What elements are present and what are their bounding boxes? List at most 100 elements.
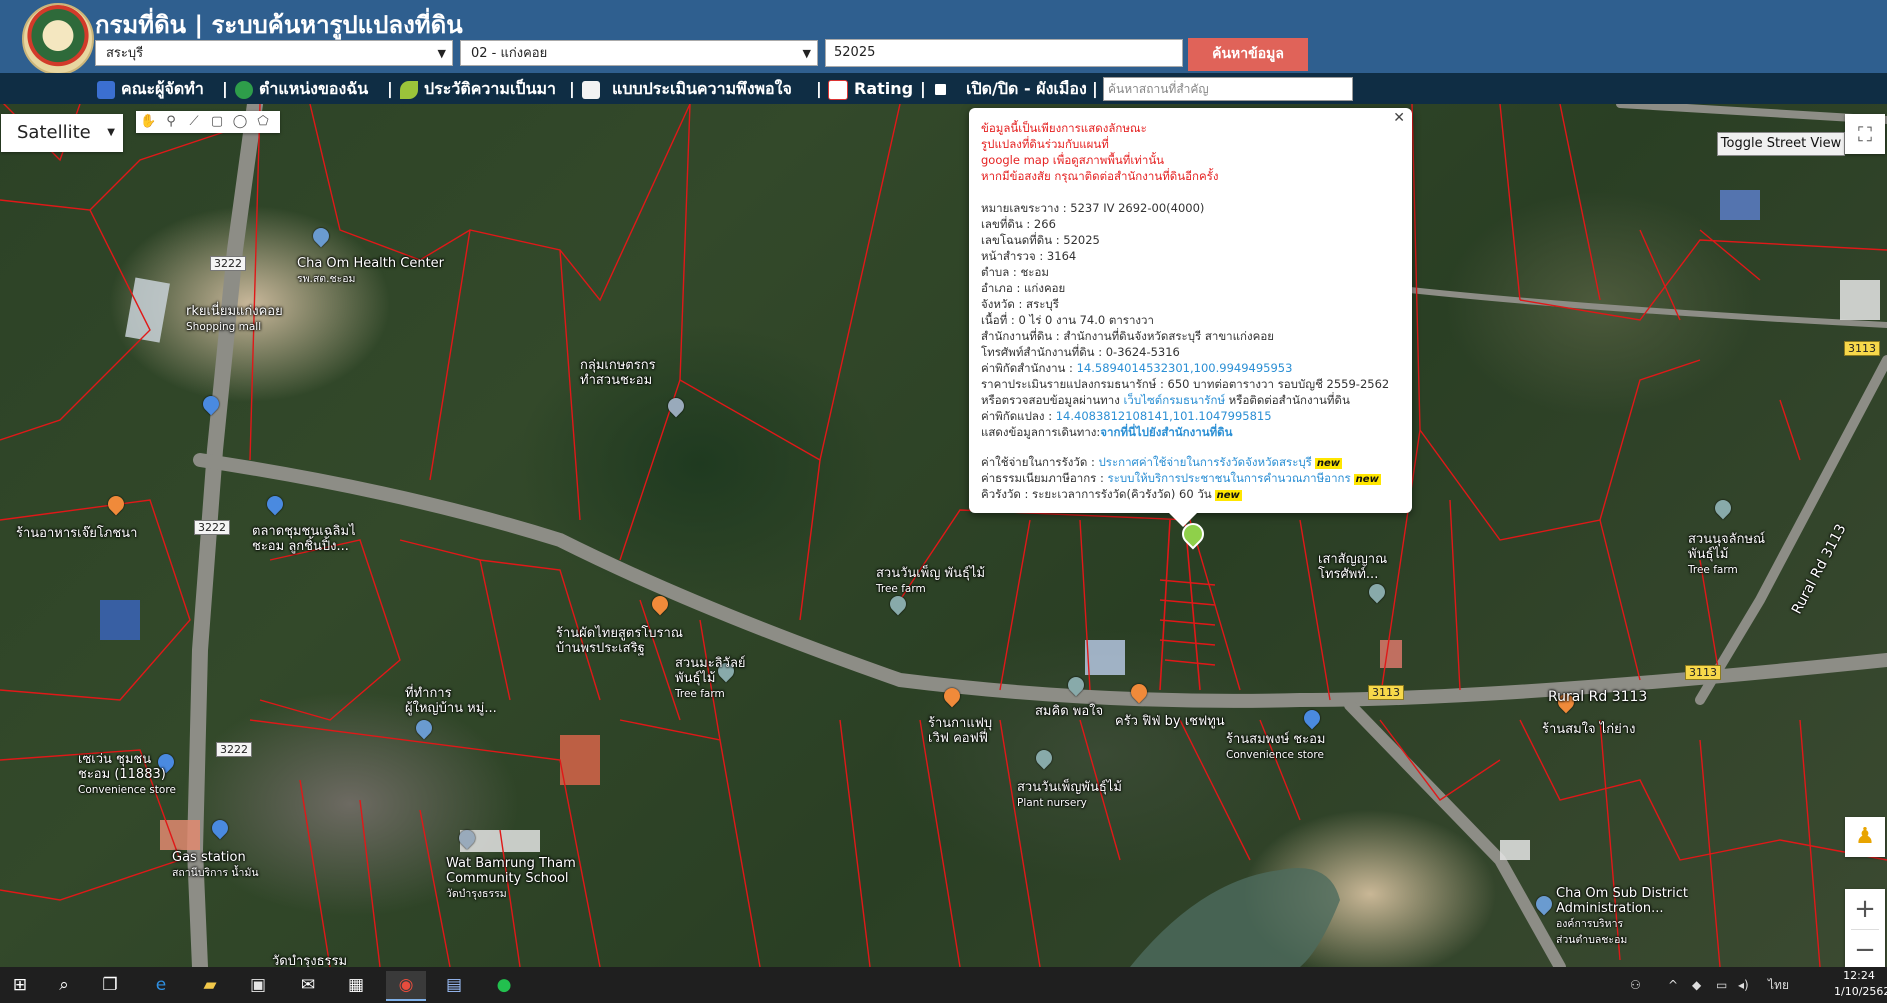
- taskbar-clock[interactable]: 12:24 1/10/2562: [1834, 968, 1887, 1000]
- nav-separator: |: [222, 79, 228, 98]
- poi-mali-line2: พันธุ์ไม้: [675, 671, 716, 686]
- edge-browser-icon[interactable]: e: [141, 971, 181, 999]
- line-app-icon[interactable]: ●: [484, 971, 524, 999]
- task-view-icon[interactable]: ❐: [90, 971, 130, 999]
- hand-icon[interactable]: ✋: [140, 114, 156, 130]
- calculator-icon[interactable]: ▦: [336, 971, 376, 999]
- district-select[interactable]: 02 - แก่งคอย ▼: [460, 40, 818, 66]
- poi-pad-thai[interactable]: ร้านผัดไทยสูตรโบราณ บ้านพรประเสริฐ: [556, 626, 683, 656]
- office-coord-link[interactable]: 14.5894014532301,100.9949495953: [1077, 361, 1293, 375]
- new-badge: new: [1214, 490, 1242, 501]
- poi-sao[interactable]: Cha Om Sub District Administration... องค์…: [1556, 886, 1688, 948]
- parcel-boundary: [259, 539, 401, 721]
- poi-market[interactable]: ตลาดชุมชนเฉลิมไ ชะอม ลูกชิ้นปิ้ง...: [252, 524, 356, 554]
- volume-icon[interactable]: ◂): [1738, 967, 1749, 1003]
- poi-village-line2: ผู้ใหญ่บ้าน หมู่...: [405, 701, 497, 716]
- route-link[interactable]: จากที่นี่ไปยังสำนักงานที่ดิน: [1100, 425, 1232, 439]
- nav-rating[interactable]: Rating: [828, 73, 913, 104]
- poi-gas-name: Gas station: [172, 850, 246, 865]
- poi-mall-sub: Shopping mall: [186, 321, 262, 333]
- rectangle-icon[interactable]: ▢: [209, 114, 225, 130]
- parcel-coord-link[interactable]: 14.4083812108141,101.1047995815: [1056, 409, 1272, 423]
- info-route: แสดงข้อมูลการเดินทาง:จากที่นี่ไปยังสำนัก…: [981, 424, 1232, 442]
- poi-health-center[interactable]: Cha Om Health Center รพ.สต.ชะอม: [297, 256, 444, 287]
- fee-label: ค่าใช้จ่ายในการรังวัด :: [981, 455, 1099, 469]
- map-type-value: Satellite: [17, 122, 91, 143]
- nav-my-location[interactable]: ตำแหน่งของฉัน: [235, 73, 368, 104]
- poi-krua-fifa[interactable]: ครัว ฟิฟ่ by เชฟทูน: [1115, 714, 1225, 729]
- poi-gas-station[interactable]: Gas station สถานีบริการ น้ำมัน: [172, 850, 259, 881]
- checkbox-icon[interactable]: [935, 84, 946, 95]
- map-view[interactable]: Cha Om Health Center รพ.สต.ชะอม rkยเนี่ยม…: [0, 104, 1887, 967]
- treasury-link[interactable]: เว็บไซต์กรมธนารักษ์: [1124, 393, 1226, 407]
- map-type-select[interactable]: Satellite ▼: [1, 114, 123, 152]
- poi-village-office[interactable]: ที่ทำการ ผู้ใหญ่บ้าน หมู่...: [405, 686, 497, 716]
- poi-tree-farm-nujlak[interactable]: สวนนุจลักษณ์ พันธุ์ไม้ Tree farm: [1688, 532, 1765, 578]
- building: [1500, 840, 1530, 860]
- road-branch: [1344, 699, 1566, 967]
- poi-wat-bottom[interactable]: วัดบำรุงธรรม: [272, 954, 347, 967]
- poi-somkid[interactable]: สมคิด พอใจ: [1035, 704, 1103, 719]
- poi-mall-name: rkยเนี่ยมแก่งคอย: [186, 304, 283, 319]
- dropbox-icon[interactable]: ◆: [1692, 967, 1701, 1003]
- poi-plant-nursery[interactable]: สวนวันเพ็ญพันธุ์ไม้ Plant nursery: [1017, 780, 1122, 811]
- poi-nujlak-line1: สวนนุจลักษณ์: [1688, 532, 1766, 547]
- people-tray-icon[interactable]: ⚇: [1630, 967, 1641, 1003]
- place-search-input[interactable]: ค้นหาสถานที่สำคัญ: [1103, 77, 1353, 101]
- poi-restaurant-jeyp[interactable]: ร้านอาหารเจ๊ยโภชนา: [16, 526, 137, 541]
- province-select[interactable]: สระบุรี ▼: [95, 40, 453, 66]
- search-icon[interactable]: ⌕: [44, 971, 84, 999]
- poi-mall[interactable]: rkยเนี่ยมแก่งคอย Shopping mall: [186, 304, 283, 335]
- language-indicator[interactable]: ไทย: [1768, 967, 1789, 1003]
- search-button[interactable]: ค้นหาข้อมูล: [1188, 38, 1308, 71]
- poi-seven-line1: เซเว่น ชุมชน: [78, 752, 152, 767]
- chevron-up-icon[interactable]: ^: [1668, 967, 1678, 1003]
- toggle-street-view-button[interactable]: Toggle Street View: [1717, 132, 1845, 156]
- poi-wat-school[interactable]: Wat Bamrung Tham Community School วัดบำรุง…: [446, 856, 576, 902]
- circle-icon[interactable]: ◯: [232, 114, 248, 130]
- chevron-down-icon: ▼: [437, 47, 446, 60]
- windows-start-icon[interactable]: ⊞: [0, 971, 40, 999]
- poi-telecom-line2: โทรศัพท์...: [1318, 567, 1379, 582]
- people-icon: [97, 80, 115, 99]
- nav-survey[interactable]: แบบประเมินความพึงพอใจ: [582, 73, 792, 104]
- network-icon[interactable]: ▭: [1716, 967, 1727, 1003]
- zoom-control: + −: [1845, 889, 1885, 970]
- nav-separator: |: [920, 79, 926, 98]
- poi-farm-group[interactable]: กลุ่มเกษตรกร ทำสวนชะอม: [580, 358, 656, 388]
- poi-cafe-bu[interactable]: ร้านกาแฟบุ เวิฟ คอฟฟี่: [928, 716, 992, 746]
- nav-history[interactable]: ประวัติความเป็นมา: [400, 73, 556, 104]
- tax-link[interactable]: ระบบให้บริการประชาชนในการคำนวณภาษีอากร: [1108, 471, 1351, 485]
- route-shield-3222: 3222: [194, 520, 230, 535]
- fullscreen-icon[interactable]: ⛶: [1845, 114, 1885, 154]
- polyline-icon[interactable]: ⟋: [186, 114, 202, 130]
- info-queue: คิวรังวัด : ระยะเวลาการรังวัด(คิวรังวัด)…: [981, 486, 1242, 504]
- polygon-icon[interactable]: ⬠: [255, 114, 271, 130]
- marker-icon[interactable]: ⚲: [163, 114, 179, 130]
- poi-seven-eleven[interactable]: เซเว่น ชุมชน ชะอม (11883) Convenience stor…: [78, 752, 176, 798]
- photos-icon[interactable]: ▤: [434, 971, 474, 999]
- poi-somjai[interactable]: ร้านสมใจ ไก่ย่าง: [1542, 722, 1635, 737]
- province-selected-value: สระบุรี: [106, 46, 144, 61]
- poi-telecom[interactable]: เสาสัญญาณ โทรศัพท์...: [1318, 552, 1387, 582]
- poi-seven-sub: Convenience store: [78, 784, 176, 796]
- poi-cafe-bu-line2: เวิฟ คอฟฟี่: [928, 731, 988, 746]
- zoom-in-icon[interactable]: +: [1845, 889, 1885, 929]
- mail-icon[interactable]: ✉: [288, 971, 328, 999]
- deed-number-input[interactable]: 52025: [825, 39, 1183, 67]
- department-logo: [22, 3, 94, 75]
- tax-label: ค่าธรรมเนียมภาษีอากร :: [981, 471, 1108, 485]
- file-explorer-icon[interactable]: ▰: [190, 971, 230, 999]
- nav-city-plan-toggle[interactable]: เปิด/ปิด - ผังเมือง: [935, 73, 1087, 104]
- nav-team[interactable]: คณะผู้จัดทำ: [97, 73, 204, 104]
- poi-sompong[interactable]: ร้านสมพงษ์ ชะอม Convenience store: [1226, 732, 1325, 763]
- poi-tree-farm-wanpen[interactable]: สวนวันเพ็ญ พันธุ์ไม้ Tree farm: [876, 566, 985, 597]
- close-icon[interactable]: ✕: [1393, 110, 1405, 126]
- chrome-icon[interactable]: ◉: [386, 971, 426, 1001]
- store-icon[interactable]: ▣: [238, 971, 278, 999]
- zoom-out-icon[interactable]: −: [1845, 930, 1885, 970]
- fee-link[interactable]: ประกาศค่าใช้จ่ายในการรังวัดจังหวัดสระบุร…: [1098, 455, 1311, 469]
- street-view-pegman-icon[interactable]: ♟: [1845, 817, 1885, 857]
- poi-nursery-sub: Plant nursery: [1017, 797, 1087, 809]
- poi-mali-farm[interactable]: สวนมะลิวัลย์ พันธุ์ไม้ Tree farm: [675, 656, 746, 702]
